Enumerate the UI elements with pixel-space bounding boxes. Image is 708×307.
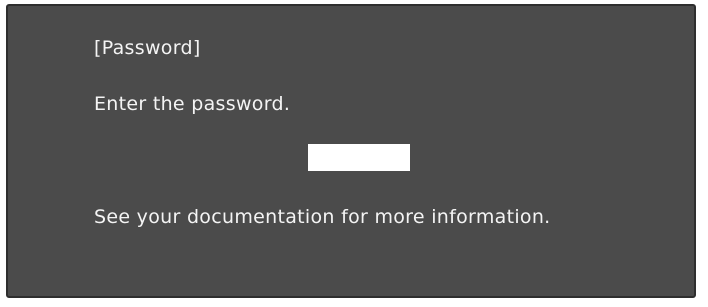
dialog-title: [Password] <box>94 37 201 59</box>
password-dialog: [Password] Enter the password. See your … <box>6 4 696 298</box>
password-prompt: Enter the password. <box>94 93 291 115</box>
documentation-hint: See your documentation for more informat… <box>94 206 551 228</box>
password-input[interactable] <box>308 144 410 171</box>
